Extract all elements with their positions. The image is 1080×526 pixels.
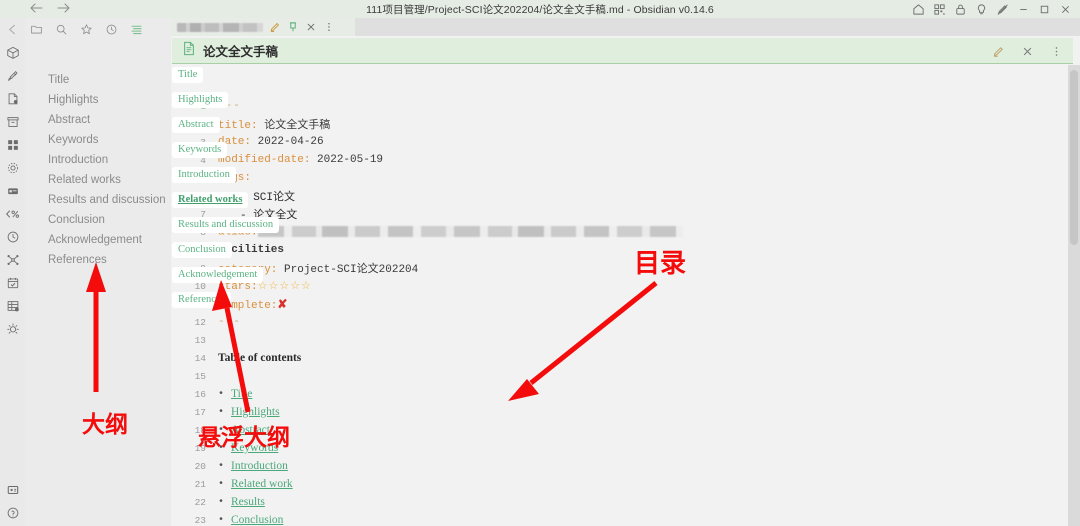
arrow-to-toc bbox=[508, 281, 658, 401]
arrow-to-floating-outline bbox=[212, 280, 251, 413]
annotation-arrows bbox=[86, 262, 658, 413]
annotation-floating-outline-label: 悬浮大纲 bbox=[198, 424, 290, 450]
arrow-to-outline bbox=[86, 262, 106, 392]
obsidian-window: 111项目管理/Project-SCI论文202204/论文全文手稿.md - … bbox=[0, 0, 1080, 526]
annotation-toc-label: 目录 bbox=[634, 248, 687, 278]
annotation-outline-label: 大纲 bbox=[82, 411, 128, 437]
